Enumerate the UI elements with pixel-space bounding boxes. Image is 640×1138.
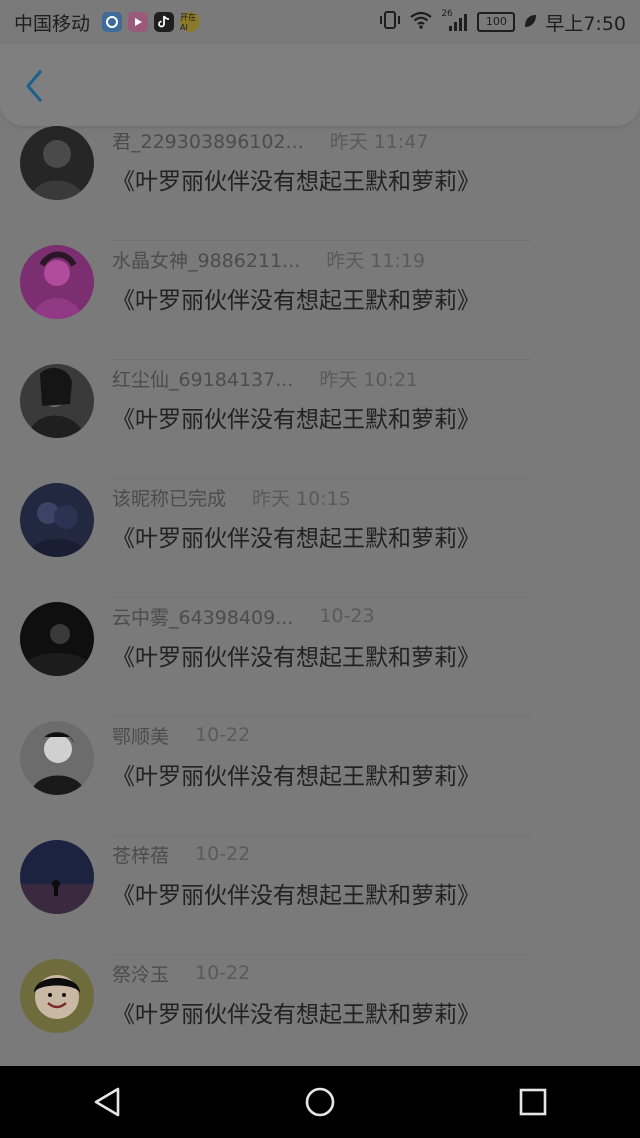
avatar[interactable]: [20, 126, 94, 200]
divider: [112, 597, 532, 598]
comment-item[interactable]: 祭泠玉 10-22 《叶罗丽伙伴没有想起王默和萝莉》: [0, 959, 640, 1066]
username[interactable]: 苍梓蓓: [112, 841, 169, 868]
top-app-bar: [0, 44, 640, 126]
comment-item[interactable]: 君_229303896102... 昨天 11:47 《叶罗丽伙伴没有想起王默和…: [0, 126, 640, 245]
divider: [112, 359, 532, 360]
divider: [112, 240, 532, 241]
divider: [112, 954, 532, 955]
username[interactable]: 祭泠玉: [112, 960, 169, 987]
ai-app-icon: 开在AI: [180, 12, 201, 32]
comment-item[interactable]: 该昵称已完成 昨天 10:15 《叶罗丽伙伴没有想起王默和萝莉》: [0, 483, 640, 602]
avatar[interactable]: [20, 245, 94, 319]
comment-item[interactable]: 红尘仙_69184137... 昨天 10:21 《叶罗丽伙伴没有想起王默和萝莉…: [0, 364, 640, 483]
status-bar: 中国移动 开在AI 26 100 早上7:50: [0, 0, 640, 44]
comment-time: 10-22: [195, 962, 251, 984]
status-right: 26 100 早上7:50: [379, 0, 626, 44]
tiktok-app-icon: [154, 12, 175, 32]
system-nav-bar: [0, 1066, 640, 1138]
divider: [112, 835, 532, 836]
comment-item[interactable]: 云中雾_64398409... 10-23 《叶罗丽伙伴没有想起王默和萝莉》: [0, 602, 640, 721]
battery-indicator: 100: [477, 12, 516, 32]
comment-text: 《叶罗丽伙伴没有想起王默和萝莉》: [112, 288, 480, 314]
video-app-icon: [128, 12, 149, 32]
avatar[interactable]: [20, 840, 94, 914]
comment-meta: 祭泠玉 10-22: [112, 959, 250, 987]
chevron-left-icon: [26, 70, 42, 102]
comment-time: 昨天 10:21: [319, 368, 419, 391]
comment-text: 《叶罗丽伙伴没有想起王默和萝莉》: [112, 407, 480, 433]
comment-meta: 红尘仙_69184137... 昨天 10:21: [112, 364, 418, 392]
username[interactable]: 该昵称已完成: [112, 484, 226, 511]
browser-app-icon: [102, 12, 123, 32]
carrier-label: 中国移动: [14, 12, 91, 35]
comment-time: 10-23: [319, 605, 375, 627]
comment-list[interactable]: 君_229303896102... 昨天 11:47 《叶罗丽伙伴没有想起王默和…: [0, 100, 640, 1066]
nav-recents-button[interactable]: [503, 1072, 563, 1132]
comment-item[interactable]: 苍梓蓓 10-22 《叶罗丽伙伴没有想起王默和萝莉》: [0, 840, 640, 959]
comment-time: 10-22: [195, 724, 251, 746]
nav-back-button[interactable]: [77, 1072, 137, 1132]
comment-text: 《叶罗丽伙伴没有想起王默和萝莉》: [112, 883, 480, 909]
comment-meta: 君_229303896102... 昨天 11:47: [112, 126, 428, 154]
username[interactable]: 君_229303896102...: [112, 127, 304, 154]
comment-text: 《叶罗丽伙伴没有想起王默和萝莉》: [112, 645, 480, 671]
ai-app-badge-text: 开在AI: [180, 13, 197, 32]
nav-home-button[interactable]: [290, 1072, 350, 1132]
comment-text: 《叶罗丽伙伴没有想起王默和萝莉》: [112, 764, 480, 790]
avatar[interactable]: [20, 959, 94, 1033]
comment-time: 昨天 10:15: [252, 487, 351, 510]
comment-meta: 该昵称已完成 昨天 10:15: [112, 483, 351, 511]
comment-item[interactable]: 水晶女神_9886211... 昨天 11:19 《叶罗丽伙伴没有想起王默和萝莉…: [0, 245, 640, 364]
comment-page: 中国移动 开在AI 26 100 早上7:50 君_229303896102..…: [0, 0, 640, 1138]
username[interactable]: 云中雾_64398409...: [112, 603, 293, 630]
avatar[interactable]: [20, 483, 94, 557]
divider: [112, 478, 532, 479]
avatar[interactable]: [20, 602, 94, 676]
nav-recents-icon: [520, 1088, 547, 1116]
comment-time: 昨天 11:47: [329, 130, 429, 153]
back-button[interactable]: [14, 66, 54, 106]
comment-meta: 云中雾_64398409... 10-23: [112, 602, 375, 630]
comment-text: 《叶罗丽伙伴没有想起王默和萝莉》: [112, 1002, 480, 1028]
vibrate-icon: [379, 10, 401, 35]
clock: 早上7:50: [545, 12, 626, 35]
status-left: 中国移动 开在AI: [14, 0, 201, 44]
comment-time: 昨天 11:19: [326, 249, 426, 272]
comment-meta: 鄂顺美 10-22: [112, 721, 250, 749]
divider: [112, 716, 532, 717]
username[interactable]: 水晶女神_9886211...: [112, 246, 300, 273]
cellular-signal-icon: 26: [441, 9, 469, 33]
avatar[interactable]: [20, 721, 94, 795]
wifi-icon: [409, 10, 433, 35]
comment-meta: 苍梓蓓 10-22: [112, 840, 250, 868]
username[interactable]: 红尘仙_69184137...: [112, 365, 293, 392]
username[interactable]: 鄂顺美: [112, 722, 169, 749]
comment-time: 10-22: [195, 843, 251, 865]
comment-text: 《叶罗丽伙伴没有想起王默和萝莉》: [112, 169, 480, 195]
avatar[interactable]: [20, 364, 94, 438]
nav-back-icon: [94, 1087, 119, 1117]
nav-home-icon: [305, 1087, 335, 1117]
leaf-icon: [523, 10, 537, 34]
comment-meta: 水晶女神_9886211... 昨天 11:19: [112, 245, 425, 273]
comment-item[interactable]: 鄂顺美 10-22 《叶罗丽伙伴没有想起王默和萝莉》: [0, 721, 640, 840]
comment-text: 《叶罗丽伙伴没有想起王默和萝莉》: [112, 526, 480, 552]
